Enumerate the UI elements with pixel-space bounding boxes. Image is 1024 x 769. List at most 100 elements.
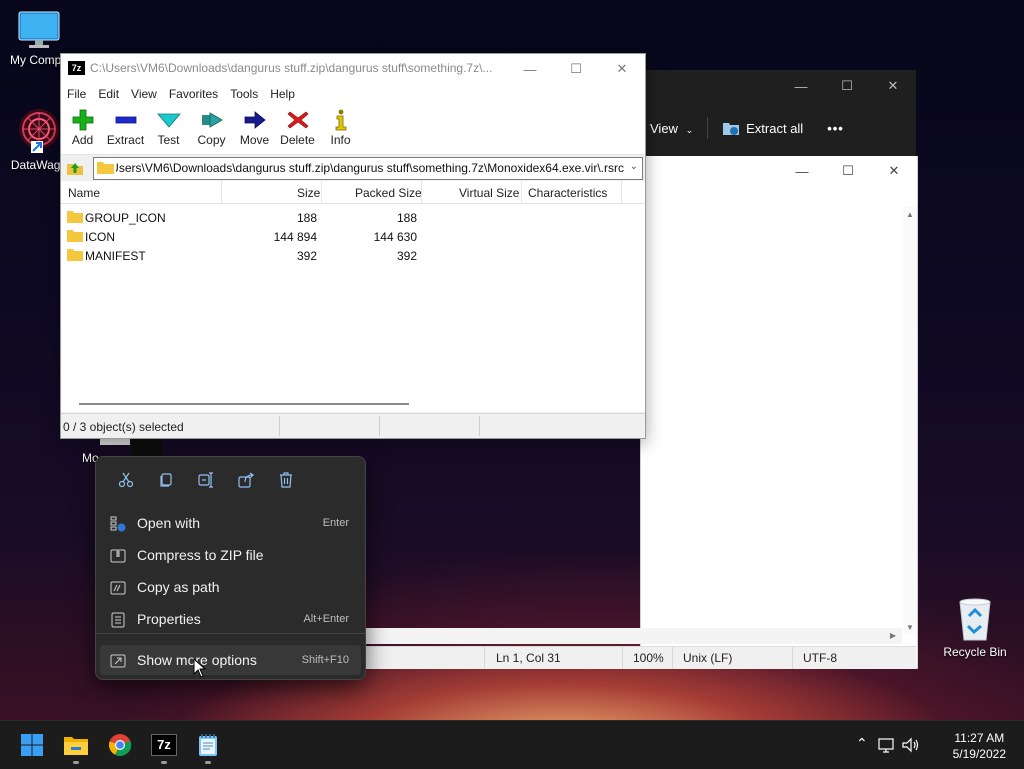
column-size[interactable]: Size [297,186,320,200]
test-button[interactable]: Test [147,106,190,154]
cut-button[interactable] [106,467,146,493]
rename-button[interactable] [186,467,226,493]
window-title: C:\Users\VM6\Downloads\dangurus stuff.zi… [90,61,493,75]
row-packed: 144 630 [373,230,417,244]
extract-all-button[interactable]: Extract all [722,120,803,136]
share-button[interactable] [226,467,266,493]
info-button[interactable]: Info [319,106,362,154]
zip-icon [110,549,126,563]
menu-view[interactable]: View [125,84,163,106]
cursor-position: Ln 1, Col 31 [496,651,561,665]
close-button[interactable]: ✕ [599,54,645,84]
info-label: Info [330,133,351,147]
test-label: Test [157,133,180,147]
network-icon[interactable] [878,737,896,753]
notepad-taskbar-button[interactable] [192,729,224,761]
close-button[interactable]: ✕ [871,156,917,186]
column-name[interactable]: Name [68,186,100,200]
start-button[interactable] [16,729,48,761]
menu-help[interactable]: Help [264,84,301,106]
menu-item-label: Open with [137,515,201,531]
maximize-button[interactable]: ☐ [824,70,870,102]
column-virtual-size[interactable]: Virtual Size [459,186,519,200]
minimize-button[interactable]: — [779,156,825,186]
7zip-taskbar-button[interactable]: 7z [148,729,180,761]
delete-button[interactable] [266,467,306,493]
view-button[interactable]: View ⌄ [650,121,693,136]
menu-item-label: Compress to ZIP file [137,547,264,563]
menu-tools[interactable]: Tools [224,84,264,106]
horizontal-scrollbar[interactable] [61,398,645,412]
column-packed-size[interactable]: Packed Size [355,186,422,200]
path-input[interactable]: C:\Users\VM6\Downloads\dangurus stuff.zi… [93,157,643,180]
compress-to-zip-menu-item[interactable]: Compress to ZIP file [100,540,361,570]
show-more-options-menu-item[interactable]: Show more options Shift+F10 [100,645,361,675]
recycle-bin-icon [959,598,991,641]
menu-item-shortcut: Shift+F10 [301,654,349,666]
desktop-icon-recycle-bin[interactable]: Recycle Bin [936,596,1014,659]
scroll-up-icon[interactable]: ▲ [906,210,914,219]
column-headers: Name Size Packed Size Virtual Size Chara… [61,181,645,204]
extract-button[interactable]: Extract [104,106,147,154]
row-size: 144 894 [273,230,317,244]
notepad-text-area[interactable] [641,206,903,634]
running-indicator [161,761,167,764]
vertical-scrollbar[interactable]: ▲ ▼ [903,206,917,634]
menu-file[interactable]: File [61,84,92,106]
scrollbar-thumb[interactable] [79,403,409,405]
menu-favorites[interactable]: Favorites [163,84,224,106]
table-row[interactable]: GROUP_ICON 188 188 [61,208,645,227]
column-characteristics[interactable]: Characteristics [528,186,607,200]
divider [622,647,623,669]
system-tray: ⌃ 11:27 AM 5/19/2022 [854,721,1024,769]
copy-button[interactable]: Copy [190,106,233,154]
minimize-button[interactable]: — [507,54,553,84]
chevron-down-icon[interactable]: ⌄ [630,161,638,172]
context-menu: Open with Enter Compress to ZIP file Cop… [95,456,366,680]
clock[interactable]: 11:27 AM 5/19/2022 [953,730,1006,762]
menu-item-label: Copy as path [137,579,220,595]
line-ending: Unix (LF) [683,651,733,665]
add-button[interactable]: Add [61,106,104,154]
rename-icon [198,472,213,488]
view-button-label: View [650,120,678,136]
datawagon-icon [19,109,59,153]
encoding: UTF-8 [803,651,837,665]
clock-date: 5/19/2022 [952,747,1006,761]
copy-as-path-menu-item[interactable]: Copy as path [100,572,361,602]
divider [621,181,622,203]
properties-menu-item[interactable]: Properties Alt+Enter [100,604,361,634]
chevron-up-icon[interactable]: ⌃ [856,735,868,752]
folder-icon [67,230,83,242]
file-explorer-taskbar-button[interactable] [60,729,92,761]
move-button[interactable]: Move [233,106,276,154]
copy-button[interactable] [146,467,186,493]
menu-edit[interactable]: Edit [92,84,125,106]
extract-folder-icon [723,123,740,135]
chrome-taskbar-button[interactable] [104,729,136,761]
title-bar[interactable]: 7z C:\Users\VM6\Downloads\dangurus stuff… [61,54,645,84]
open-with-menu-item[interactable]: Open with Enter [100,508,361,538]
menu-item-label: Properties [137,611,201,627]
volume-icon[interactable] [902,737,920,753]
copy-arrow-icon [201,112,223,128]
scroll-right-icon[interactable]: ▶ [890,631,896,640]
up-folder-icon[interactable] [66,160,84,176]
minimize-button[interactable]: — [778,70,824,102]
divider [484,647,485,669]
x-icon [287,111,308,129]
close-button[interactable]: ✕ [870,70,916,102]
maximize-button[interactable]: ☐ [553,54,599,84]
table-row[interactable]: ICON 144 894 144 630 [61,227,645,246]
table-row[interactable]: MANIFEST 392 392 [61,246,645,265]
row-packed: 188 [396,211,417,225]
maximize-button[interactable]: ☐ [825,156,871,186]
folder-icon [97,162,114,174]
more-options-button[interactable]: ••• [827,121,844,136]
delete-button[interactable]: Delete [276,106,319,154]
row-size: 392 [296,249,317,263]
scroll-down-icon[interactable]: ▼ [906,623,914,632]
zoom-level: 100% [633,651,664,665]
horizontal-scrollbar[interactable]: ▶ [364,628,902,644]
divider [792,647,793,669]
